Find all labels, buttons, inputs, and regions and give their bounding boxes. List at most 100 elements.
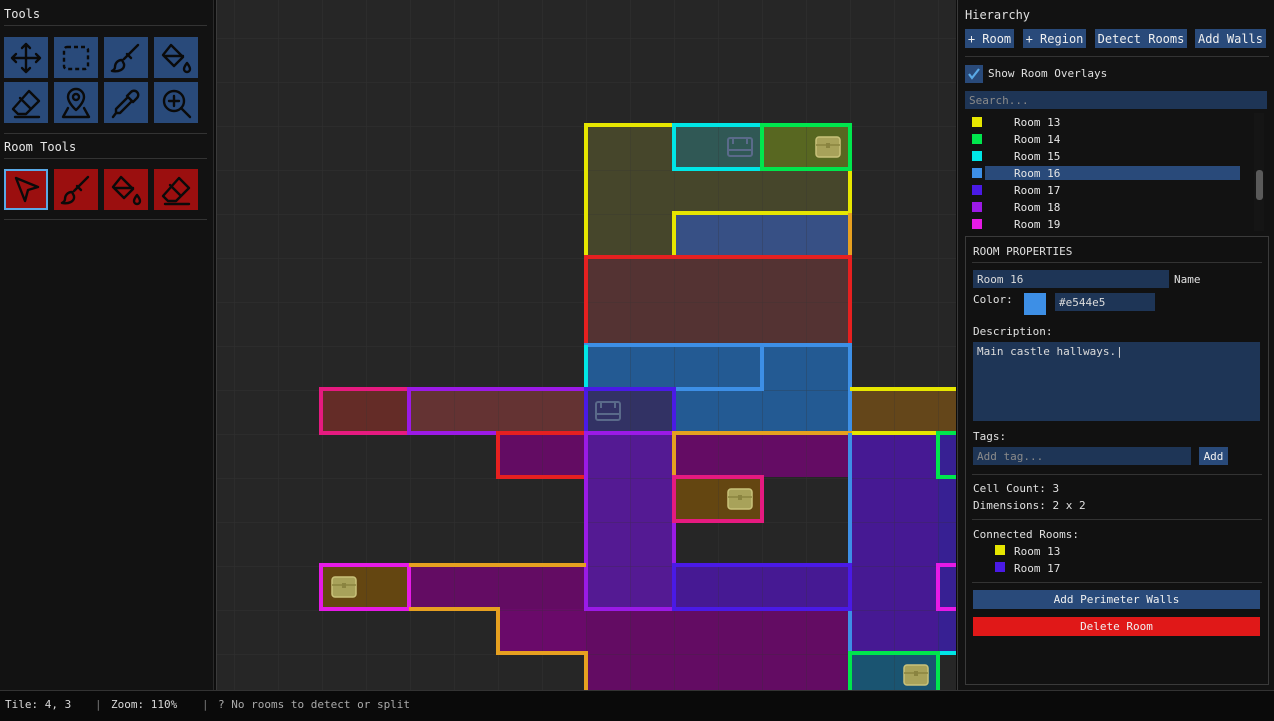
search-input[interactable] bbox=[965, 91, 1267, 109]
zoom-readout: Zoom: 110% bbox=[111, 698, 178, 711]
room-select-tool-button[interactable] bbox=[4, 169, 48, 210]
hierarchy-title: Hierarchy bbox=[965, 8, 1031, 22]
chest-icon bbox=[903, 664, 929, 686]
room-label: Room 19 bbox=[1014, 218, 1061, 231]
list-item-room-15[interactable]: Room 15 bbox=[963, 149, 1253, 164]
fill-tool-button[interactable] bbox=[154, 37, 198, 78]
list-item-room-16[interactable]: Room 16 bbox=[963, 166, 1253, 181]
select-tool-button[interactable] bbox=[54, 37, 98, 78]
room-tools-title: Room Tools bbox=[4, 140, 77, 154]
marquee-select-icon bbox=[62, 45, 90, 70]
paint-bucket-icon bbox=[161, 43, 192, 73]
add-tag-button[interactable]: Add bbox=[1199, 447, 1228, 465]
color-swatch bbox=[995, 545, 1005, 555]
room-label: Room 17 bbox=[1014, 184, 1061, 197]
divider bbox=[965, 56, 1269, 57]
status-separator: | bbox=[95, 698, 102, 711]
detect-rooms-button[interactable]: Detect Rooms bbox=[1095, 29, 1187, 48]
map-pin-icon bbox=[61, 87, 91, 118]
move-icon bbox=[10, 42, 42, 73]
map-canvas[interactable] bbox=[216, 0, 956, 690]
list-item-room-17[interactable]: Room 17 bbox=[963, 183, 1253, 198]
eraser-icon bbox=[161, 176, 191, 205]
room-name-input[interactable] bbox=[973, 270, 1169, 288]
divider bbox=[972, 519, 1262, 520]
room-list: Room 13 Room 14 Room 15 Room 16 Room 17 … bbox=[963, 113, 1269, 231]
location-tool-button[interactable] bbox=[54, 82, 98, 123]
eyedropper-icon bbox=[111, 89, 140, 118]
color-swatch bbox=[972, 134, 982, 144]
eyedropper-tool-button[interactable] bbox=[104, 82, 148, 123]
divider bbox=[4, 219, 207, 220]
delete-room-button[interactable]: Delete Room bbox=[973, 617, 1260, 636]
color-label: Color: bbox=[973, 293, 1013, 306]
room-fill-tool-button[interactable] bbox=[104, 169, 148, 210]
color-hex-input[interactable] bbox=[1055, 293, 1155, 311]
room-list-scrollbar[interactable] bbox=[1254, 113, 1264, 231]
properties-title: ROOM PROPERTIES bbox=[973, 245, 1073, 258]
divider bbox=[4, 25, 207, 26]
list-item-room-19[interactable]: Room 19 bbox=[963, 217, 1253, 231]
status-bar: Tile: 4, 3 | Zoom: 110% | ? No rooms to … bbox=[0, 690, 1274, 721]
scroll-thumb[interactable] bbox=[1256, 170, 1263, 200]
color-swatch bbox=[972, 151, 982, 161]
move-tool-button[interactable] bbox=[4, 37, 48, 78]
map-drawing bbox=[217, 0, 956, 690]
description-textarea[interactable]: Main castle hallways.| bbox=[973, 342, 1260, 421]
color-swatch bbox=[972, 168, 982, 178]
room-label: Room 13 bbox=[1014, 116, 1061, 129]
show-overlays-label: Show Room Overlays bbox=[988, 67, 1108, 80]
divider bbox=[4, 133, 207, 134]
color-swatch bbox=[972, 117, 982, 127]
dimensions: Dimensions: 2 x 2 bbox=[973, 499, 1086, 512]
connected-room-13[interactable]: Room 13 bbox=[1014, 545, 1060, 558]
description-label: Description: bbox=[973, 325, 1053, 338]
tile-readout: Tile: 4, 3 bbox=[5, 698, 72, 711]
add-perimeter-walls-button[interactable]: Add Perimeter Walls bbox=[973, 590, 1260, 609]
pointer-icon bbox=[14, 176, 40, 202]
cell-count: Cell Count: 3 bbox=[973, 482, 1060, 495]
add-room-button[interactable]: + Room bbox=[965, 29, 1014, 48]
zoom-in-icon bbox=[162, 89, 192, 118]
color-swatch bbox=[972, 185, 982, 195]
tags-label: Tags: bbox=[973, 430, 1007, 443]
connected-rooms-label: Connected Rooms: bbox=[973, 528, 1079, 541]
connected-room-17[interactable]: Room 17 bbox=[1014, 562, 1060, 575]
divider bbox=[972, 262, 1262, 263]
brush-icon bbox=[60, 175, 90, 204]
list-item-room-14[interactable]: Room 14 bbox=[963, 132, 1253, 147]
brush-tool-button[interactable] bbox=[104, 37, 148, 78]
checkmark-icon bbox=[968, 68, 980, 80]
room-label: Room 15 bbox=[1014, 150, 1061, 163]
add-region-button[interactable]: + Region bbox=[1023, 29, 1086, 48]
room-brush-tool-button[interactable] bbox=[54, 169, 98, 210]
color-swatch bbox=[995, 562, 1005, 572]
add-walls-button[interactable]: Add Walls bbox=[1195, 29, 1266, 48]
divider bbox=[972, 474, 1262, 475]
chest-icon bbox=[331, 576, 357, 598]
show-overlays-checkbox[interactable] bbox=[965, 65, 983, 83]
eraser-tool-button[interactable] bbox=[4, 82, 48, 123]
chest-icon bbox=[727, 488, 753, 510]
room-label: Room 16 bbox=[1014, 167, 1061, 180]
name-label: Name bbox=[1174, 273, 1201, 286]
hierarchy-panel: Hierarchy + Room + Region Detect Rooms A… bbox=[957, 0, 1274, 690]
eraser-icon bbox=[11, 89, 41, 118]
brush-icon bbox=[110, 43, 140, 72]
paint-bucket-icon bbox=[111, 175, 142, 205]
color-swatch bbox=[972, 202, 982, 212]
status-message: ? No rooms to detect or split bbox=[218, 698, 411, 711]
color-swatch bbox=[972, 219, 982, 229]
tag-input[interactable] bbox=[973, 447, 1191, 465]
color-swatch-button[interactable] bbox=[1024, 293, 1046, 315]
divider bbox=[4, 158, 207, 159]
list-item-room-18[interactable]: Room 18 bbox=[963, 200, 1253, 215]
room-label: Room 18 bbox=[1014, 201, 1061, 214]
room-eraser-tool-button[interactable] bbox=[154, 169, 198, 210]
divider bbox=[972, 582, 1262, 583]
tools-panel: Tools Room Tools bbox=[0, 0, 214, 690]
chest-icon bbox=[815, 136, 841, 158]
room-label: Room 14 bbox=[1014, 133, 1061, 146]
zoom-tool-button[interactable] bbox=[154, 82, 198, 123]
list-item-room-13[interactable]: Room 13 bbox=[963, 115, 1253, 130]
